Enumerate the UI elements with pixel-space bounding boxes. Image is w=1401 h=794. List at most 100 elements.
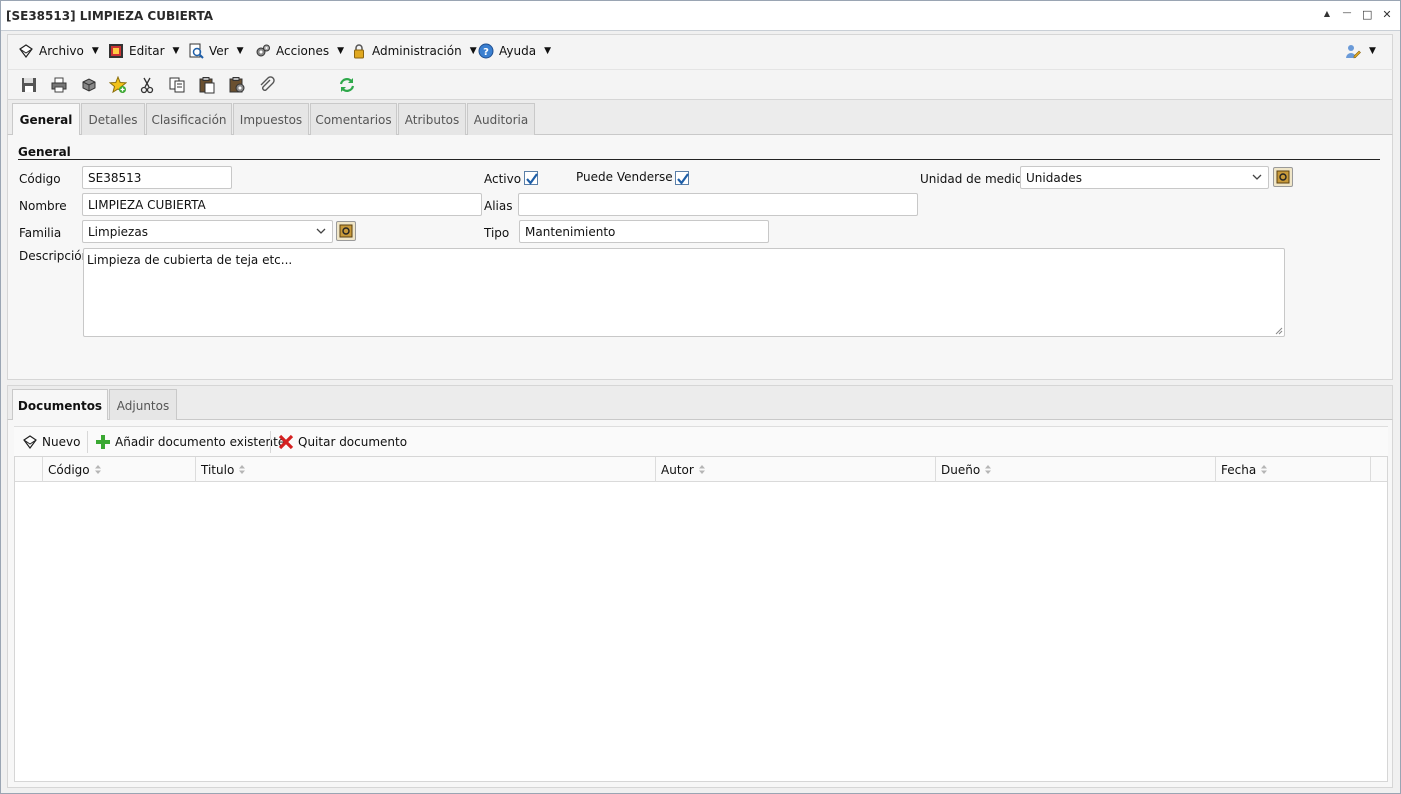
menu-archivo[interactable]: Archivo ▼ <box>18 43 99 59</box>
menu-archivo-label: Archivo <box>39 44 84 58</box>
copy-icon[interactable] <box>168 76 186 94</box>
delete-icon[interactable] <box>80 76 98 94</box>
nombre-label: Nombre <box>19 199 67 213</box>
activo-checkbox[interactable] <box>524 171 538 185</box>
collapse-icon[interactable]: ▲ <box>1322 8 1332 21</box>
new-document-button[interactable]: Nuevo <box>22 434 80 450</box>
cut-icon[interactable] <box>138 76 156 94</box>
column-header-titulo[interactable]: Titulo <box>195 457 656 482</box>
menu-administracion[interactable]: Administración ▼ <box>351 43 477 59</box>
title-bar: [SE38513] LIMPIEZA CUBIERTA ▲ — □ ✕ <box>1 1 1400 31</box>
chevron-down-icon: ▼ <box>469 46 477 56</box>
tipo-field[interactable]: Mantenimiento <box>519 220 769 243</box>
unidad-medida-label: Unidad de medida <box>920 172 1030 186</box>
activo-label: Activo <box>484 172 522 186</box>
print-icon[interactable] <box>50 76 68 94</box>
sort-icon <box>698 465 705 474</box>
lookup-icon <box>339 224 353 238</box>
chevron-down-icon <box>316 228 326 234</box>
descripcion-value: Limpieza de cubierta de teja etc... <box>87 253 293 267</box>
sort-icon <box>239 465 246 474</box>
favorite-icon[interactable] <box>109 76 127 94</box>
tab-adjuntos[interactable]: Adjuntos <box>109 389 177 421</box>
puede-venderse-label: Puede Venderse <box>576 170 673 184</box>
chevron-down-icon: ▼ <box>172 46 180 56</box>
column-header-dueno[interactable]: Dueño <box>935 457 1216 482</box>
codigo-field[interactable]: SE38513 <box>82 166 232 189</box>
menu-acciones[interactable]: Acciones ▼ <box>255 43 344 59</box>
column-label: Fecha <box>1221 462 1257 477</box>
lower-tab-bar: Documentos Adjuntos <box>7 385 1393 422</box>
chevron-down-icon: ▼ <box>1369 46 1376 56</box>
unidad-medida-select[interactable]: Unidades <box>1020 166 1269 189</box>
window-title: [SE38513] LIMPIEZA CUBIERTA <box>6 9 214 23</box>
user-menu[interactable]: ▼ <box>1345 43 1376 59</box>
remove-icon <box>278 434 294 450</box>
tab-detalles[interactable]: Detalles <box>81 103 145 135</box>
menu-bar: Archivo ▼ Editar ▼ Ver ▼ Acciones ▼ Admi… <box>7 34 1393 69</box>
tab-atributos[interactable]: Atributos <box>398 103 466 135</box>
refresh-icon[interactable] <box>338 76 356 94</box>
add-existing-document-label: Añadir documento existente <box>115 435 286 449</box>
alias-field[interactable] <box>518 193 918 216</box>
tipo-label: Tipo <box>484 226 510 240</box>
paste-special-icon[interactable] <box>228 76 246 94</box>
lock-icon <box>354 44 364 59</box>
tab-comentarios[interactable]: Comentarios <box>310 103 397 135</box>
user-edit-icon <box>1346 45 1361 59</box>
toolbar-separator <box>87 431 88 453</box>
documents-panel: Nuevo Añadir documento existente Quitar … <box>7 420 1393 788</box>
descripcion-textarea[interactable]: Limpieza de cubierta de teja etc... <box>83 248 1285 337</box>
tab-impuestos[interactable]: Impuestos <box>233 103 309 135</box>
tab-documentos[interactable]: Documentos <box>12 389 108 422</box>
codigo-label: Código <box>19 172 61 186</box>
minimize-icon[interactable]: — <box>1342 8 1352 21</box>
main-tab-bar: General Detalles Clasificación Impuestos… <box>7 100 1393 136</box>
menu-ayuda-label: Ayuda <box>499 44 537 58</box>
checkmark-icon <box>526 173 538 185</box>
chevron-down-icon: ▼ <box>91 46 99 56</box>
new-document-label: Nuevo <box>42 435 81 449</box>
menu-ayuda[interactable]: ? Ayuda ▼ <box>478 43 551 59</box>
chevron-down-icon <box>1252 174 1262 180</box>
sort-icon <box>94 465 101 474</box>
remove-document-label: Quitar documento <box>298 435 408 449</box>
menu-editar[interactable]: Editar ▼ <box>108 43 179 59</box>
menu-ver[interactable]: Ver ▼ <box>188 43 244 59</box>
column-header-fecha[interactable]: Fecha <box>1215 457 1371 482</box>
sort-icon <box>1261 465 1268 474</box>
column-label: Código <box>48 462 90 477</box>
resize-grip-icon[interactable] <box>1275 327 1283 335</box>
chevron-down-icon: ▼ <box>337 46 345 56</box>
remove-document-button[interactable]: Quitar documento <box>278 434 407 450</box>
add-icon <box>96 435 110 449</box>
column-header-codigo[interactable]: Código <box>42 457 196 482</box>
tab-general[interactable]: General <box>12 103 80 136</box>
paste-icon[interactable] <box>198 76 216 94</box>
book-icon <box>19 44 33 58</box>
menu-acciones-label: Acciones <box>276 44 330 58</box>
close-icon[interactable]: ✕ <box>1382 8 1392 21</box>
documents-toolbar: Nuevo Añadir documento existente Quitar … <box>14 426 1388 456</box>
section-divider <box>18 159 1380 160</box>
attach-icon[interactable] <box>258 76 276 94</box>
column-header-autor[interactable]: Autor <box>655 457 936 482</box>
tab-auditoria[interactable]: Auditoria <box>467 103 535 135</box>
unidad-lookup-button[interactable] <box>1273 167 1293 187</box>
puede-venderse-checkbox[interactable] <box>675 171 689 185</box>
main-toolbar <box>7 69 1393 100</box>
add-existing-document-button[interactable]: Añadir documento existente <box>95 434 285 450</box>
descripcion-label: Descripción <box>19 249 90 263</box>
column-label: Dueño <box>941 462 981 477</box>
documents-grid: Código Titulo Autor Dueño Fecha <box>14 456 1388 782</box>
grid-header: Código Titulo Autor Dueño Fecha <box>15 457 1387 482</box>
familia-lookup-button[interactable] <box>336 221 356 241</box>
sort-icon <box>985 465 992 474</box>
maximize-icon[interactable]: □ <box>1362 8 1372 21</box>
nombre-field[interactable]: LIMPIEZA CUBIERTA <box>82 193 482 216</box>
section-title: General <box>18 145 71 159</box>
familia-select[interactable]: Limpiezas <box>82 220 333 243</box>
save-icon[interactable] <box>20 76 38 94</box>
tab-clasificacion[interactable]: Clasificación <box>146 103 232 135</box>
unidad-medida-value: Unidades <box>1026 171 1082 185</box>
